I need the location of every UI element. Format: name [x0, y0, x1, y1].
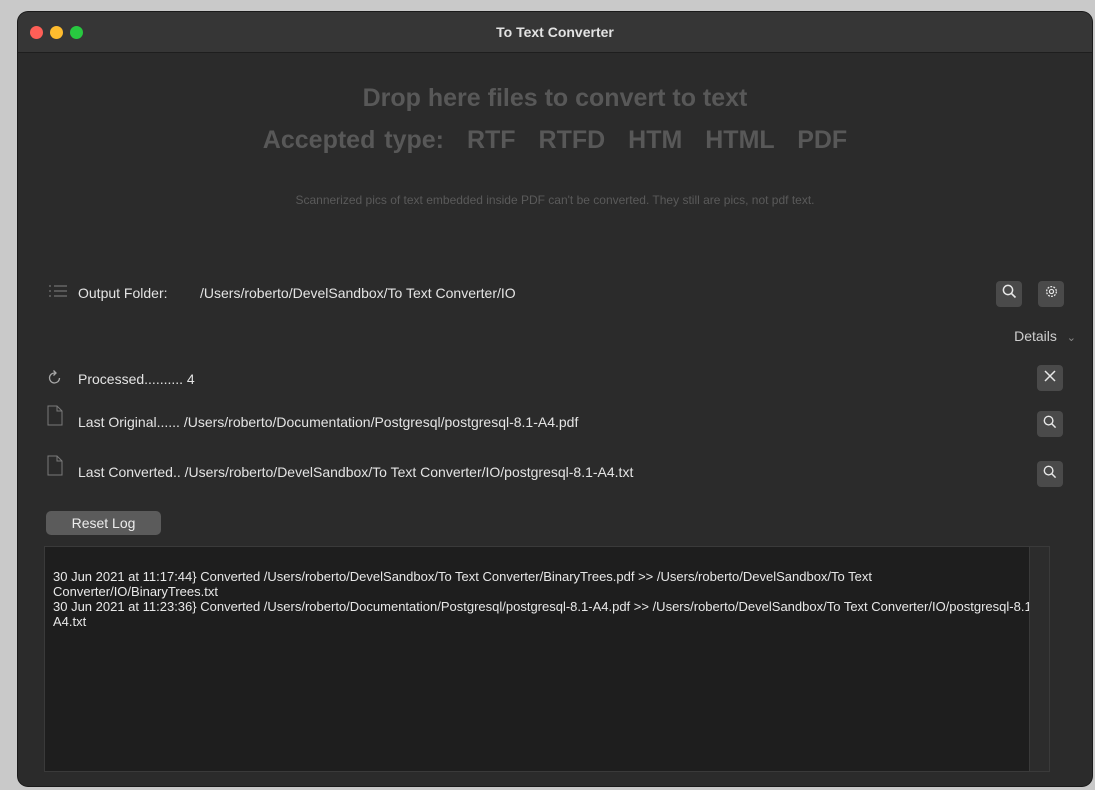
output-folder-path: /Users/roberto/DevelSandbox/To Text Conv…: [200, 285, 516, 301]
log-entry: 30 Jun 2021 at 11:17:44} Converted /User…: [53, 569, 872, 599]
accepted-type: HTM: [628, 126, 683, 154]
close-icon: [1043, 369, 1057, 388]
processed-count: Processed.......... 4: [78, 371, 195, 387]
output-folder-search-button[interactable]: [996, 281, 1022, 307]
details-toggle[interactable]: Details ⌄: [1014, 328, 1076, 344]
chevron-down-icon: ⌄: [1066, 332, 1076, 344]
document-icon: [47, 455, 63, 481]
app-window: To Text Converter Drop here files to con…: [18, 12, 1092, 786]
accepted-types-label: Accepted type:: [262, 126, 445, 154]
search-icon: [1043, 465, 1057, 484]
reset-log-button[interactable]: Reset Log: [46, 511, 161, 535]
log-scrollbar[interactable]: [1029, 547, 1049, 771]
last-original: Last Original...... /Users/roberto/Docum…: [78, 414, 579, 430]
title-bar: To Text Converter: [18, 12, 1092, 53]
last-original-search-button[interactable]: [1037, 411, 1063, 437]
search-icon: [1002, 284, 1017, 304]
search-icon: [1043, 415, 1057, 434]
log-entry: 30 Jun 2021 at 11:23:36} Converted /User…: [53, 599, 1037, 629]
accepted-type: PDF: [797, 126, 848, 154]
drop-zone-title: Drop here files to convert to text: [362, 84, 748, 112]
accepted-type: RTF: [466, 126, 516, 154]
window-title: To Text Converter: [496, 24, 614, 40]
list-icon: [48, 284, 68, 303]
details-label: Details: [1014, 328, 1057, 344]
refresh-icon: [48, 369, 62, 390]
accepted-type: RTFD: [538, 126, 606, 154]
settings-button[interactable]: [1038, 281, 1064, 307]
last-converted: Last Converted.. /Users/roberto/DevelSan…: [78, 464, 634, 480]
last-converted-search-button[interactable]: [1037, 461, 1063, 487]
gear-icon: [1044, 284, 1059, 304]
accepted-types: Accepted type: RTF RTFD HTM HTML PDF: [18, 126, 1092, 155]
pdf-note: Scannerized pics of text embedded inside…: [295, 193, 815, 207]
output-folder-label: Output Folder:: [78, 285, 168, 301]
accepted-type: HTML: [705, 126, 775, 154]
log-view[interactable]: 30 Jun 2021 at 11:17:44} Converted /User…: [44, 546, 1050, 772]
document-icon: [47, 405, 63, 431]
log-text[interactable]: 30 Jun 2021 at 11:17:44} Converted /User…: [53, 569, 1038, 629]
clear-button[interactable]: [1037, 365, 1063, 391]
